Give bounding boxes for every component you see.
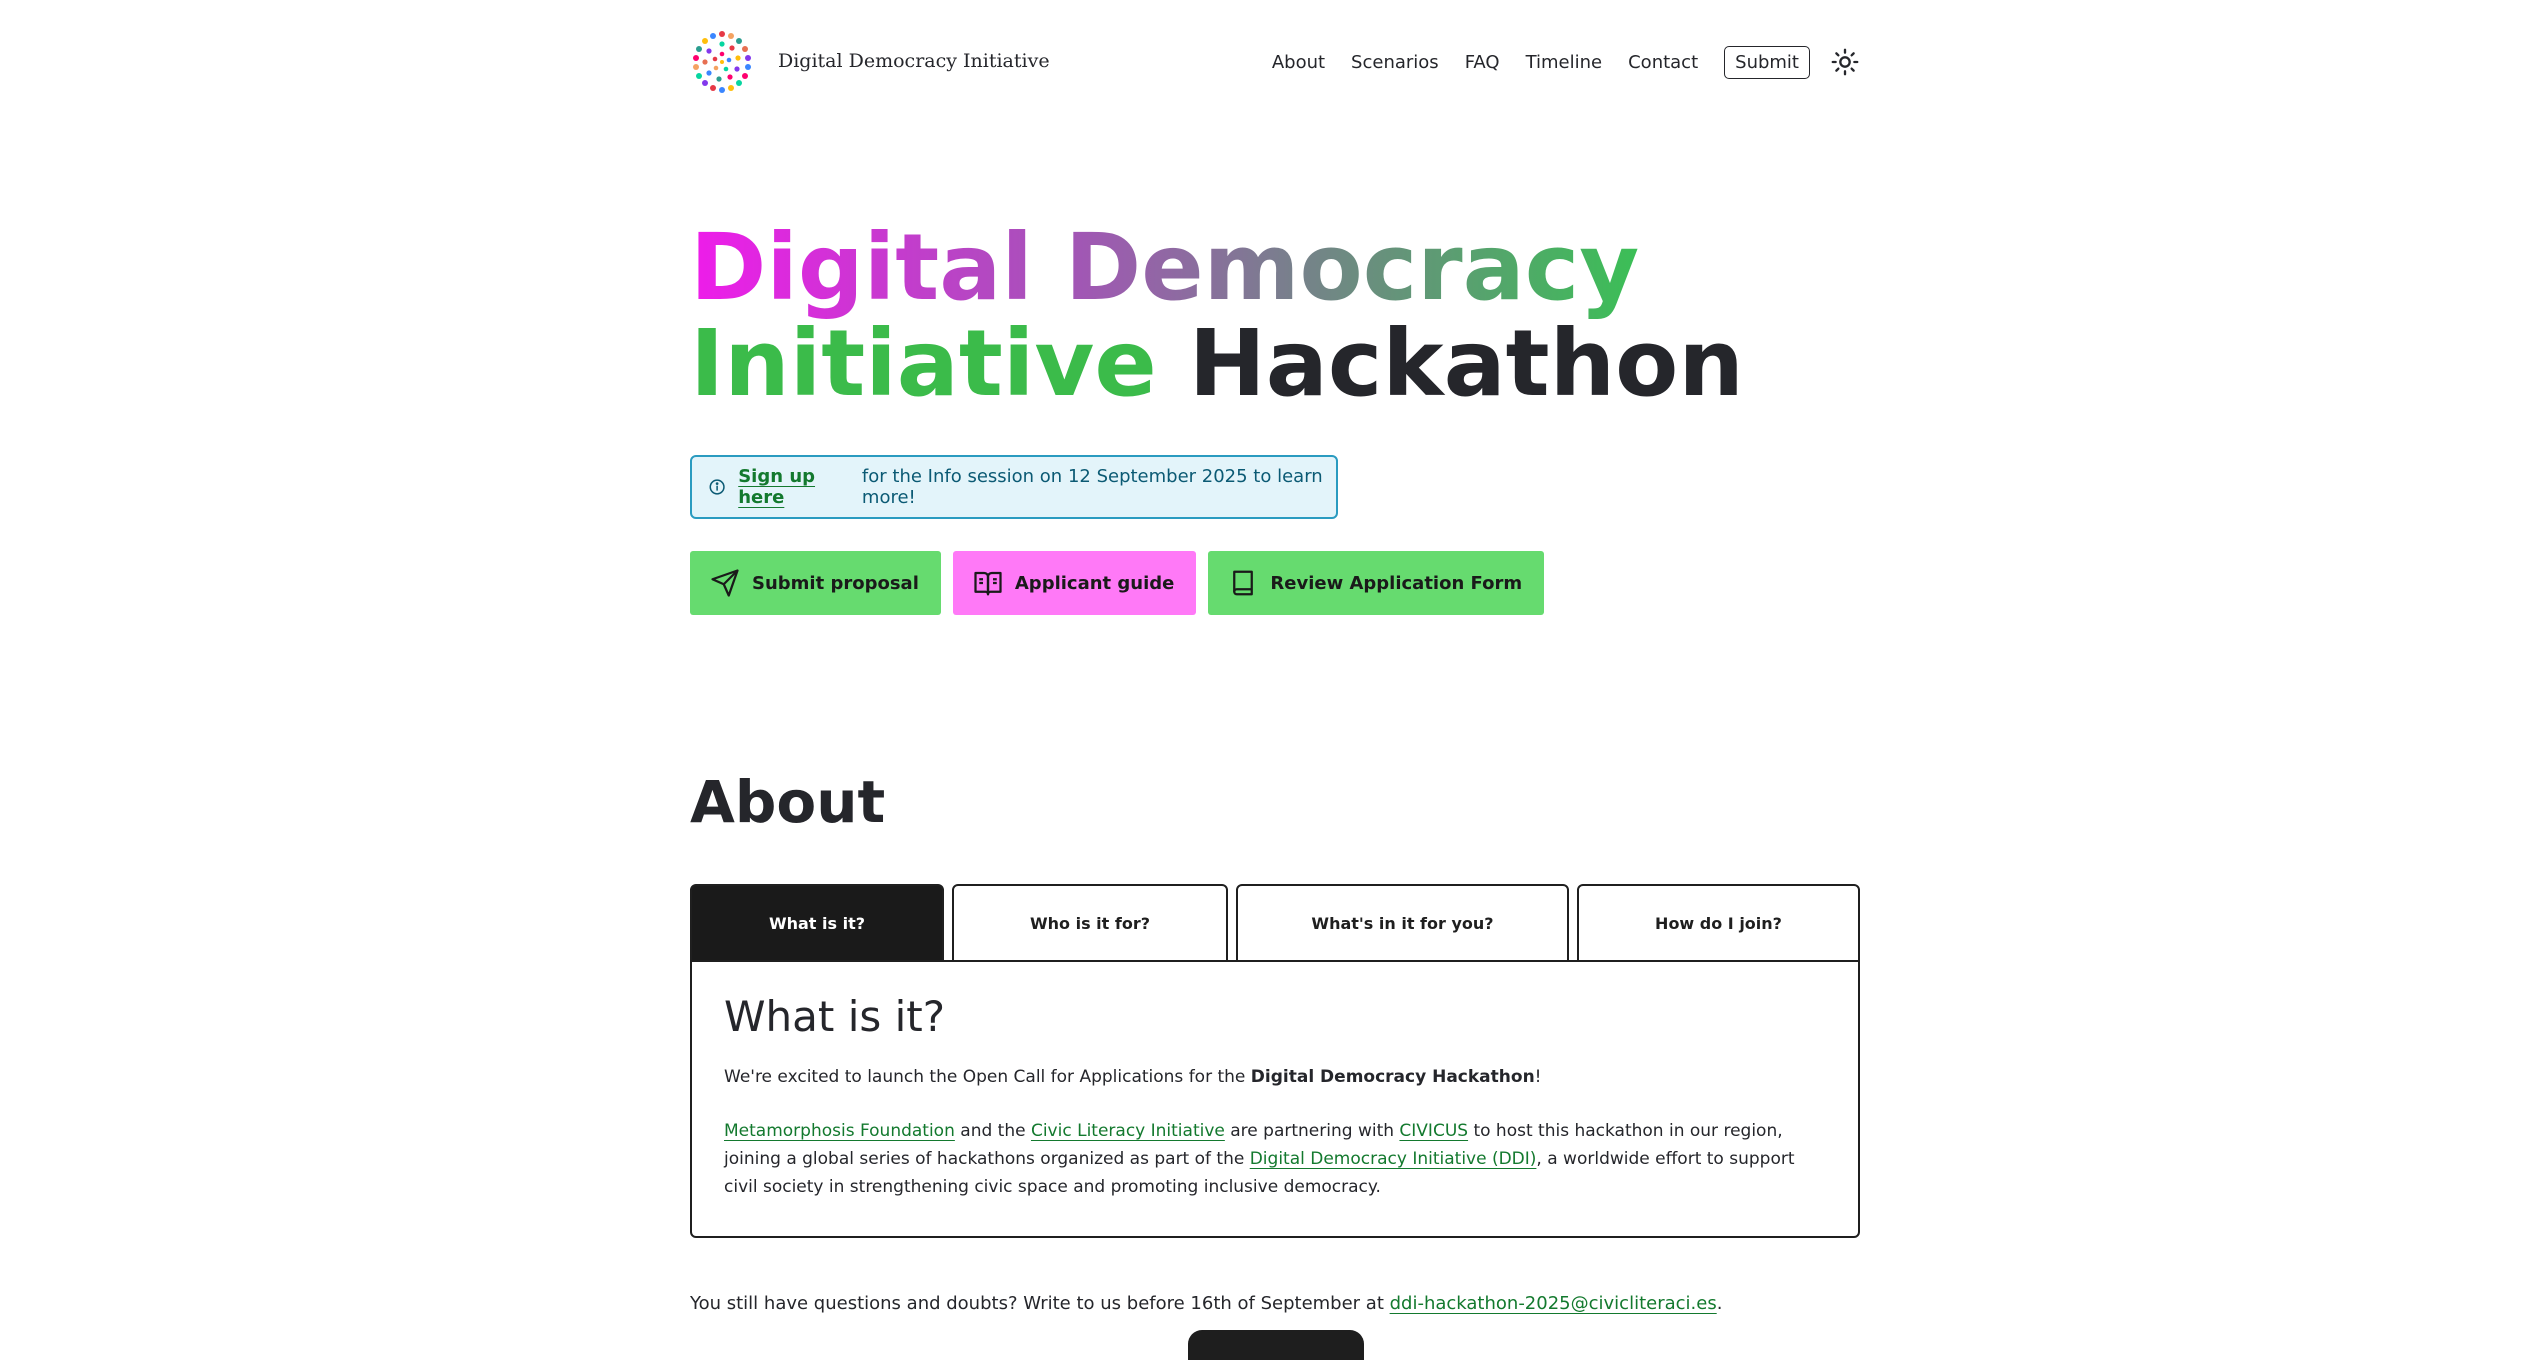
book-open-icon [974,571,1002,596]
cta-row: Submit proposal Applicant guide Review A… [690,551,1556,615]
site-header: Digital Democracy Initiative About Scena… [690,30,1860,102]
p1-end: ! [1534,1067,1542,1087]
applicant-guide-button[interactable]: Applicant guide [952,551,1197,615]
tab-how-do-i-join[interactable]: How do I join? [1577,884,1860,962]
hero-title-hackathon: Hackathon [1188,310,1744,417]
site-title[interactable]: Digital Democracy Initiative [778,50,1050,72]
submit-proposal-label: Submit proposal [752,572,919,594]
theme-toggle-button[interactable] [1830,47,1860,77]
tab-what-is-it[interactable]: What is it? [690,884,944,962]
link-ddi[interactable]: Digital Democracy Initiative (DDI) [1250,1149,1537,1169]
info-icon [709,479,725,495]
tab-who-is-it-for[interactable]: Who is it for? [952,884,1228,962]
nav-link-about[interactable]: About [1272,52,1325,73]
info-text: for the Info session on 12 September 202… [861,466,1323,508]
hero-title-initiative: Initiative [690,310,1157,417]
tab-panel: What is it? We're excited to launch the … [690,960,1860,1238]
p1-bold: Digital Democracy Hackathon [1250,1067,1535,1087]
p2-and: and the [954,1121,1031,1141]
submit-proposal-button[interactable]: Submit proposal [690,551,941,615]
contact-end: . [1716,1293,1723,1314]
review-application-form-label: Review Application Form [1270,572,1523,594]
panel-paragraph-2: Metamorphosis Foundation and the Civic L… [724,1117,1826,1201]
nav-submit-button[interactable]: Submit [1724,45,1810,79]
book-icon [1233,570,1254,596]
tab-whats-in-it-for-you[interactable]: What's in it for you? [1236,884,1569,962]
info-signup-link[interactable]: Sign up here [738,466,856,508]
link-metamorphosis[interactable]: Metamorphosis Foundation [724,1121,955,1141]
send-icon [711,569,739,597]
p2-mid: are partnering with [1224,1121,1400,1141]
nav-link-timeline[interactable]: Timeline [1526,52,1603,73]
contact-text: You still have questions and doubts? Wri… [690,1293,1390,1314]
about-tabs: What is it? Who is it for? What's in it … [690,884,1860,962]
nav-link-scenarios[interactable]: Scenarios [1351,52,1439,73]
p1-text: We're excited to launch the Open Call fo… [724,1067,1251,1087]
contact-email-link[interactable]: ddi-hackathon-2025@civicliteraci.es [1390,1293,1717,1314]
hero-title-gradient: Digital Democracy [690,214,1640,321]
info-alert: Sign up here for the Info session on 12 … [690,455,1338,519]
floating-toolbar[interactable] [1188,1330,1364,1360]
link-civic-literacy[interactable]: Civic Literacy Initiative [1031,1121,1225,1141]
review-application-form-button[interactable]: Review Application Form [1208,551,1545,615]
hero-title: Digital Democracy Initiative Hackathon [690,220,1860,412]
logo-icon[interactable] [690,30,754,94]
about-heading: About [690,768,886,836]
applicant-guide-label: Applicant guide [1014,572,1175,594]
panel-paragraph-1: We're excited to launch the Open Call fo… [724,1063,1826,1091]
contact-line: You still have questions and doubts? Wri… [690,1293,1722,1314]
link-civicus[interactable]: CIVICUS [1399,1121,1468,1141]
main-nav: About Scenarios FAQ Timeline Contact Sub… [1246,40,1860,84]
nav-link-contact[interactable]: Contact [1628,52,1698,73]
nav-link-faq[interactable]: FAQ [1465,52,1500,73]
panel-title: What is it? [724,992,946,1041]
sun-icon [1831,48,1859,76]
